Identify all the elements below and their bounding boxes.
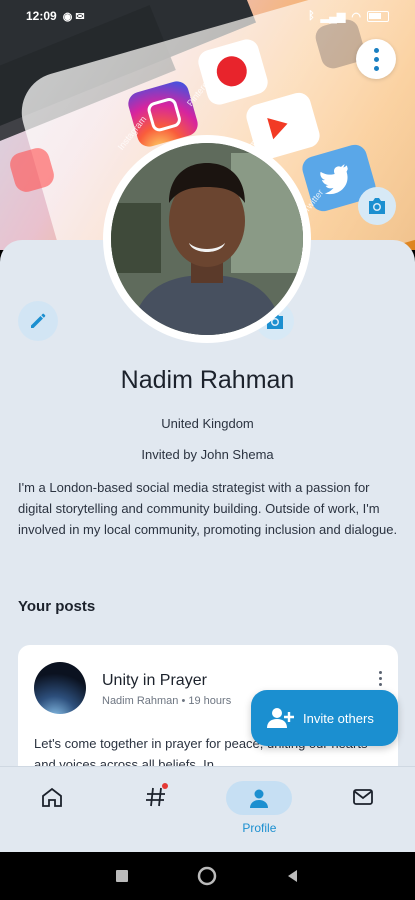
notification-dot xyxy=(161,783,168,789)
avatar[interactable] xyxy=(103,135,311,343)
profile-bio: I'm a London-based social media strategi… xyxy=(18,480,398,537)
back-icon[interactable] xyxy=(285,868,301,884)
post-more-icon[interactable] xyxy=(379,671,382,686)
posts-heading: Your posts xyxy=(18,598,96,615)
invite-others-button[interactable]: Invite others xyxy=(251,690,398,746)
notification-icon: ◉ ✉ xyxy=(62,10,85,23)
nav-profile-label: Profile xyxy=(242,821,277,835)
invite-others-label: Invite others xyxy=(303,710,374,726)
person-icon xyxy=(250,789,269,808)
recent-apps-icon[interactable] xyxy=(114,868,130,884)
mail-icon xyxy=(353,789,374,805)
bluetooth-icon: ᛒ xyxy=(308,10,315,22)
dot xyxy=(379,683,382,686)
post-title: Unity in Prayer xyxy=(102,672,207,689)
more-options-button[interactable] xyxy=(356,39,396,79)
profile-invited-by: Invited by John Shema xyxy=(141,447,274,462)
bottom-nav: Profile xyxy=(0,766,415,852)
add-person-icon xyxy=(267,708,294,728)
wifi-icon: ◠ xyxy=(351,10,361,23)
dot xyxy=(379,677,382,680)
pencil-icon xyxy=(31,313,46,328)
battery-icon xyxy=(367,10,389,22)
status-bar: 12:09 ◉ ✉ ᛒ ▂▄▆ ◠ xyxy=(0,0,415,32)
nav-profile[interactable]: Profile xyxy=(208,767,312,852)
status-time: 12:09 xyxy=(26,9,57,23)
signal-icon: ▂▄▆ xyxy=(320,10,346,23)
edit-profile-button[interactable] xyxy=(18,301,58,341)
profile-country: United Kingdom xyxy=(161,416,254,431)
post-meta: Nadim Rahman • 19 hours xyxy=(102,695,232,707)
dot xyxy=(373,47,379,53)
home-icon xyxy=(41,787,62,807)
system-navigation-bar xyxy=(0,852,415,900)
nav-messages[interactable] xyxy=(311,767,415,852)
home-circle-icon[interactable] xyxy=(197,866,217,886)
profile-name: Nadim Rahman xyxy=(120,366,295,394)
post-thumbnail xyxy=(34,662,86,714)
camera-icon xyxy=(369,198,385,214)
change-cover-photo-button[interactable] xyxy=(358,187,396,225)
dot xyxy=(373,65,379,71)
nav-home[interactable] xyxy=(0,767,104,852)
dot xyxy=(373,56,379,62)
dot xyxy=(379,671,382,674)
nav-topics[interactable] xyxy=(104,767,208,852)
avatar-photo xyxy=(111,143,303,335)
